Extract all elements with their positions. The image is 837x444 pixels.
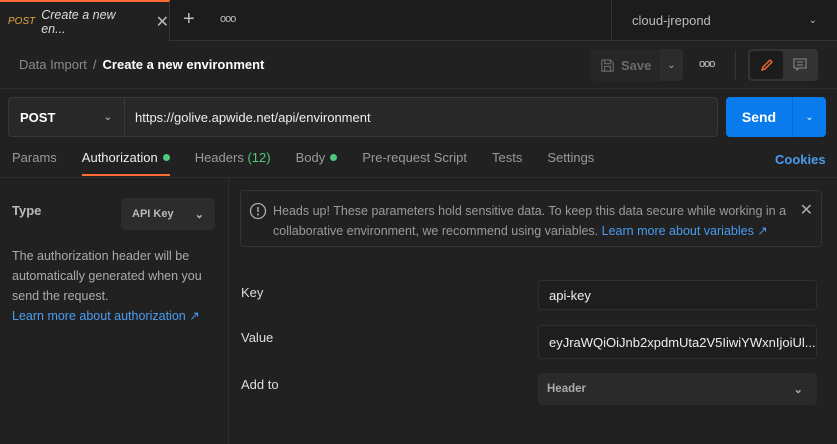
request-bar: POST ⌄ https://golive.apwide.net/api/env… (8, 97, 718, 137)
tab-label: Body (295, 150, 326, 165)
tab-label: Authorization (81, 150, 158, 165)
tab-params[interactable]: Params (12, 150, 57, 176)
tab-label: Params (12, 150, 57, 165)
auth-type-select[interactable]: API Key ⌄ (121, 198, 215, 230)
view-toggle (748, 49, 818, 81)
auth-description-text: The authorization header will be automat… (12, 249, 202, 303)
status-dot (162, 154, 170, 161)
tab-tests[interactable]: Tests (492, 150, 522, 176)
breadcrumb-separator: / (92, 57, 97, 72)
alert-icon (249, 202, 267, 220)
tab-label: Settings (547, 150, 595, 165)
key-label: Key (241, 285, 264, 300)
value-label: Value (241, 330, 274, 345)
url-input[interactable]: https://golive.apwide.net/api/environmen… (125, 98, 371, 136)
divider (0, 177, 837, 178)
learn-more-authorization-link[interactable]: Learn more about authorization ↗ (12, 309, 200, 323)
value-input[interactable]: eyJraWQiOiJnb2xpdmUta2V5IiwiYWxnIjoiUl..… (538, 325, 817, 359)
cookies-link[interactable]: Cookies (775, 152, 826, 167)
send-button[interactable]: Send (726, 97, 793, 137)
tab-label: Pre-request Script (362, 150, 467, 165)
environment-name: cloud-jrepond (632, 13, 711, 28)
save-button-group: Save ⌄ (590, 49, 683, 81)
tab-headers[interactable]: Headers (12) (195, 150, 271, 176)
add-to-select[interactable]: Header ⌄ (538, 373, 817, 405)
tab-body[interactable]: Body (296, 150, 338, 176)
headers-count: (12) (247, 150, 271, 165)
tab-more-button[interactable]: ooo (220, 13, 236, 25)
close-icon[interactable]: ✕ (156, 12, 169, 32)
tab-method: POST (8, 16, 36, 27)
breadcrumb: Data Import / Create a new environment (19, 57, 264, 72)
environment-selector[interactable]: cloud-jrepond ⌄ (611, 0, 837, 41)
status-dot (330, 154, 338, 161)
auth-description: The authorization header will be automat… (12, 246, 222, 326)
tab-label: Headers (194, 150, 244, 165)
save-options-chevron-icon[interactable]: ⌄ (660, 49, 683, 81)
close-icon[interactable]: ✕ (800, 201, 813, 236)
divider (228, 178, 229, 444)
comment-icon[interactable] (783, 51, 816, 79)
add-to-label: Add to (241, 377, 279, 392)
chevron-down-icon: ⌄ (194, 208, 204, 221)
tab-label: Tests (491, 150, 523, 165)
more-actions-button[interactable]: ooo (699, 58, 715, 70)
save-button[interactable]: Save (590, 58, 660, 73)
divider (0, 88, 837, 89)
send-button-group: Send ⌄ (726, 97, 826, 137)
request-tabs: Params Authorization Headers (12) Body P… (12, 150, 619, 176)
chevron-down-icon: ⌄ (793, 384, 803, 396)
tab-settings[interactable]: Settings (547, 150, 594, 176)
auth-type-value: API Key (132, 208, 174, 220)
sensitive-data-alert: Heads up! These parameters hold sensitiv… (240, 190, 822, 247)
page-title[interactable]: Create a new environment (103, 57, 265, 72)
breadcrumb-parent[interactable]: Data Import (19, 57, 87, 72)
save-icon (601, 58, 614, 72)
key-input[interactable]: api-key (538, 280, 817, 310)
tab-title: Create a new en... (41, 7, 116, 36)
chevron-down-icon: ⌄ (808, 15, 817, 26)
new-tab-button[interactable]: + (183, 8, 195, 31)
divider (735, 50, 736, 80)
chevron-down-icon: ⌄ (103, 111, 112, 123)
send-options-chevron-icon[interactable]: ⌄ (793, 97, 826, 137)
learn-more-variables-link[interactable]: Learn more about variables ↗ (602, 224, 768, 238)
tab-authorization[interactable]: Authorization (81, 150, 170, 176)
request-tab[interactable]: POST Create a new en... ✕ (0, 0, 170, 41)
method-value: POST (20, 109, 56, 125)
edit-pencil-icon[interactable] (750, 51, 783, 79)
auth-type-label: Type (12, 203, 42, 218)
save-label: Save (621, 57, 652, 73)
add-to-value: Header (547, 383, 586, 395)
tab-pre-request-script[interactable]: Pre-request Script (362, 150, 467, 176)
method-select[interactable]: POST ⌄ (9, 98, 125, 136)
